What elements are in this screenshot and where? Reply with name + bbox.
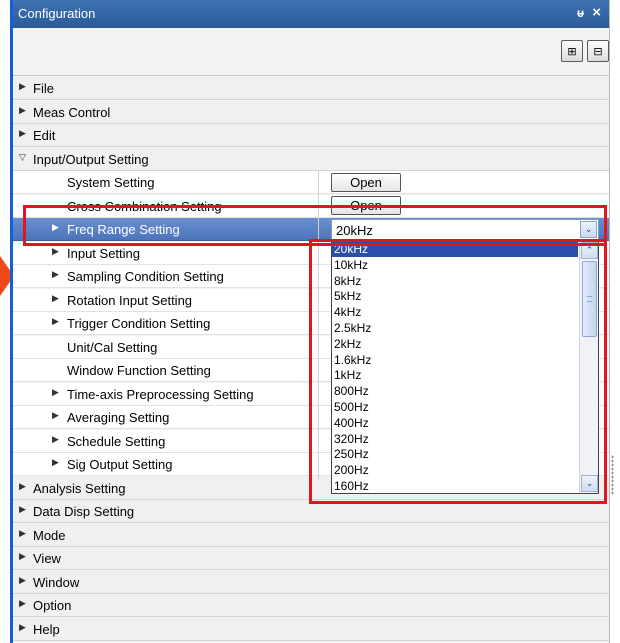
- collapse-all-icon[interactable]: ⊟: [587, 40, 609, 62]
- tree-item-label: Window Function Setting: [67, 363, 211, 378]
- tree-item-label: Help: [33, 622, 60, 637]
- chevron-right-icon[interactable]: ▶: [52, 388, 59, 398]
- chevron-right-icon[interactable]: ▶: [52, 294, 59, 304]
- tree-item-input-output-setting[interactable]: ▽ Input/Output Setting: [13, 148, 609, 171]
- chevron-right-icon[interactable]: ▶: [52, 270, 59, 280]
- chevron-right-icon[interactable]: ▶: [19, 129, 26, 139]
- chevron-right-icon[interactable]: ▶: [52, 317, 59, 327]
- tree-item-label: Mode: [33, 528, 66, 543]
- system-setting-open-button[interactable]: Open: [331, 173, 401, 192]
- resize-grip: [611, 455, 614, 495]
- tree-item-label: Edit: [33, 128, 56, 143]
- tree-item-label: Rotation Input Setting: [67, 293, 193, 308]
- tree-item-view[interactable]: ▶ View: [13, 547, 609, 570]
- tree-item-label: Time-axis Preprocessing Setting: [67, 387, 254, 402]
- chevron-right-icon[interactable]: ▶: [19, 106, 26, 116]
- tree-item-label: View: [33, 551, 61, 566]
- tree-item-label: File: [33, 81, 54, 96]
- chevron-right-icon[interactable]: ▶: [19, 552, 26, 562]
- chevron-right-icon[interactable]: ▶: [52, 458, 59, 468]
- tree-item-label: Meas Control: [33, 105, 111, 120]
- tree-item-file[interactable]: ▶ File: [13, 77, 609, 100]
- chevron-right-icon[interactable]: ▶: [19, 505, 26, 515]
- tree-item-label: Input/Output Setting: [33, 152, 149, 167]
- tree-item-label: System Setting: [67, 175, 155, 190]
- tree-item-label: Sampling Condition Setting: [67, 269, 224, 284]
- toolbar: ⊞ ⊟: [13, 28, 609, 76]
- chevron-right-icon[interactable]: ▶: [19, 82, 26, 92]
- tree-item-label: Schedule Setting: [67, 434, 166, 449]
- tree-item-label: Averaging Setting: [67, 410, 170, 425]
- tree-item-mode[interactable]: ▶ Mode: [13, 524, 609, 547]
- tree-item-label: Unit/Cal Setting: [67, 340, 158, 355]
- expand-all-icon[interactable]: ⊞: [561, 40, 583, 62]
- title-bar: Configuration ᵾ ×: [13, 0, 609, 28]
- tree-item-label: Sig Output Setting: [67, 457, 173, 472]
- tree-item-label: Analysis Setting: [33, 481, 126, 496]
- chevron-right-icon[interactable]: ▶: [19, 599, 26, 609]
- chevron-right-icon[interactable]: ▶: [52, 435, 59, 445]
- tree-item-help[interactable]: ▶ Help: [13, 618, 609, 641]
- tree-item-label: Data Disp Setting: [33, 504, 135, 519]
- tree-item-option[interactable]: ▶ Option: [13, 594, 609, 617]
- tree-item-label: Trigger Condition Setting: [67, 316, 211, 331]
- chevron-right-icon[interactable]: ▶: [19, 576, 26, 586]
- panel-title: Configuration: [18, 6, 96, 21]
- tree-item-edit[interactable]: ▶ Edit: [13, 124, 609, 147]
- chevron-right-icon[interactable]: ▶: [19, 482, 26, 492]
- tree-item-window[interactable]: ▶ Window: [13, 571, 609, 594]
- tree-item-label: Input Setting: [67, 246, 140, 261]
- chevron-right-icon[interactable]: ▶: [19, 623, 26, 633]
- chevron-right-icon[interactable]: ▶: [52, 247, 59, 257]
- chevron-open-icon[interactable]: ▽: [19, 153, 26, 163]
- close-icon[interactable]: ×: [592, 4, 601, 21]
- tree-item-meas-control[interactable]: ▶ Meas Control: [13, 101, 609, 124]
- tree-item-label: Option: [33, 598, 72, 613]
- pin-icon[interactable]: ᵾ: [577, 6, 584, 20]
- chevron-right-icon[interactable]: ▶: [52, 411, 59, 421]
- highlight-box-dropdown: [309, 239, 607, 504]
- tree-item-system-setting[interactable]: System Setting: [13, 171, 609, 194]
- tree-item-label: Window: [33, 575, 80, 590]
- chevron-right-icon[interactable]: ▶: [19, 529, 26, 539]
